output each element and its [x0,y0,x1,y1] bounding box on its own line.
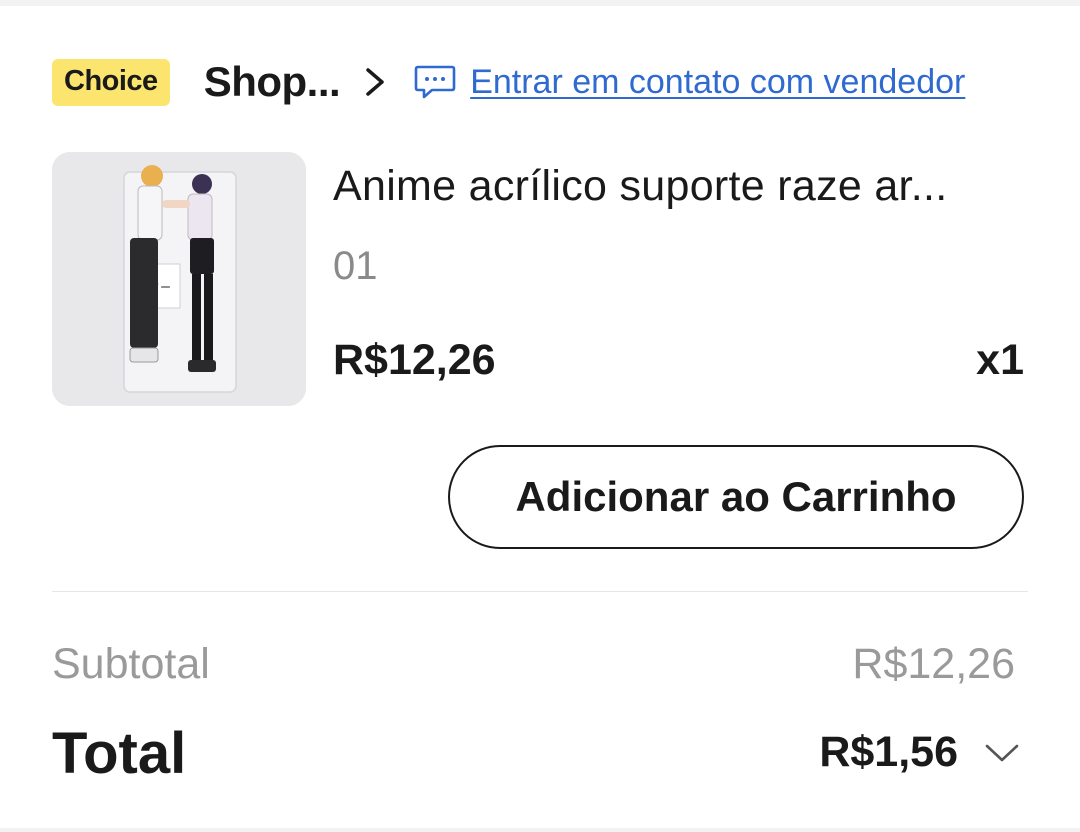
contact-seller-label[interactable]: Entrar em contato com vendedor [470,63,965,102]
subtotal-value: R$12,26 [852,640,1015,688]
choice-badge: Choice [52,58,170,106]
add-to-cart-button[interactable]: Adicionar ao Carrinho [448,445,1024,549]
chevron-right-icon[interactable] [360,66,388,98]
subtotal-label: Subtotal [52,640,210,688]
total-toggle[interactable]: R$1,56 [819,728,1020,777]
total-value: R$1,56 [819,728,958,776]
order-card: Choice Shop... Entrar em contato com ven… [0,6,1080,828]
product-title[interactable]: Anime acrílico suporte raze ar... [333,162,948,211]
chevron-down-icon[interactable] [984,742,1020,764]
store-name-link[interactable]: Shop... [204,58,341,106]
divider [52,591,1028,592]
product-quantity: x1 [976,336,1024,384]
contact-seller-link[interactable]: Entrar em contato com vendedor [414,63,965,102]
chat-icon [414,64,456,100]
product-variant: 01 [333,244,378,288]
store-row: Choice Shop... Entrar em contato com ven… [52,50,1032,114]
product-price: R$12,26 [333,336,496,384]
product-image[interactable]: ンソー [52,152,306,406]
total-label: Total [52,721,187,786]
